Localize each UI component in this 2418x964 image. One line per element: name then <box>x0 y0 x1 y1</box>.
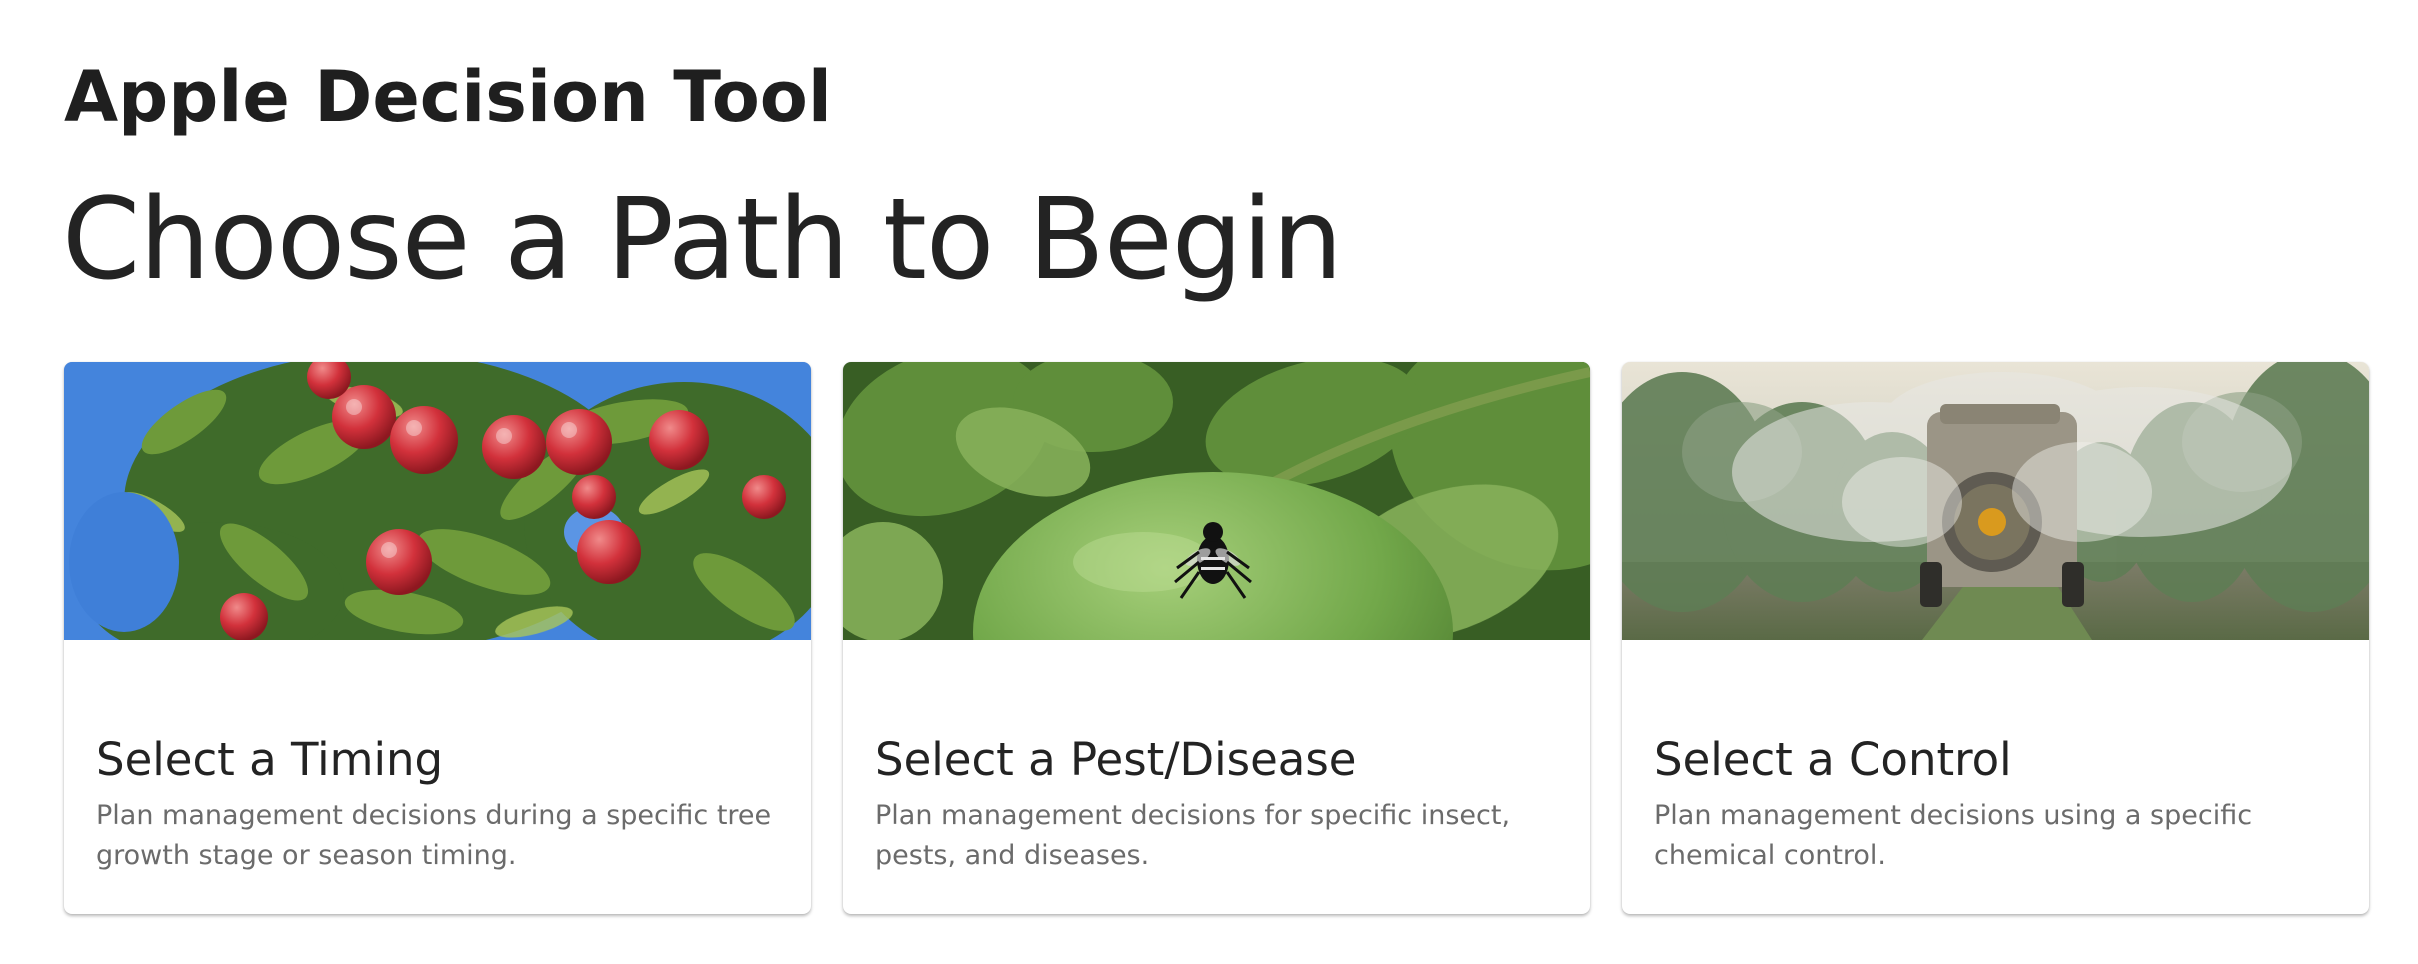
card-description: Plan management decisions during a speci… <box>96 800 772 871</box>
card-select-pest-disease[interactable]: Select a Pest/Disease Plan management de… <box>843 362 1590 914</box>
card-select-timing[interactable]: Select a Timing Plan management decision… <box>64 362 811 914</box>
card-title: Select a Pest/Disease <box>875 733 1357 786</box>
orchard-sprayer-photo <box>1622 362 2369 640</box>
apple-tree-photo <box>64 362 811 640</box>
path-cards: Select a Timing Plan management decision… <box>64 362 2370 914</box>
insect-on-apple-photo <box>843 362 1590 640</box>
card-select-control[interactable]: Select a Control Plan management decisio… <box>1622 362 2369 914</box>
page-heading: Choose a Path to Begin <box>62 175 1343 305</box>
card-title: Select a Control <box>1654 733 2012 786</box>
app-title: Apple Decision Tool <box>64 56 832 138</box>
card-title: Select a Timing <box>96 733 444 786</box>
card-description: Plan management decisions for specific i… <box>875 800 1511 871</box>
card-description: Plan management decisions using a specif… <box>1654 800 2253 871</box>
